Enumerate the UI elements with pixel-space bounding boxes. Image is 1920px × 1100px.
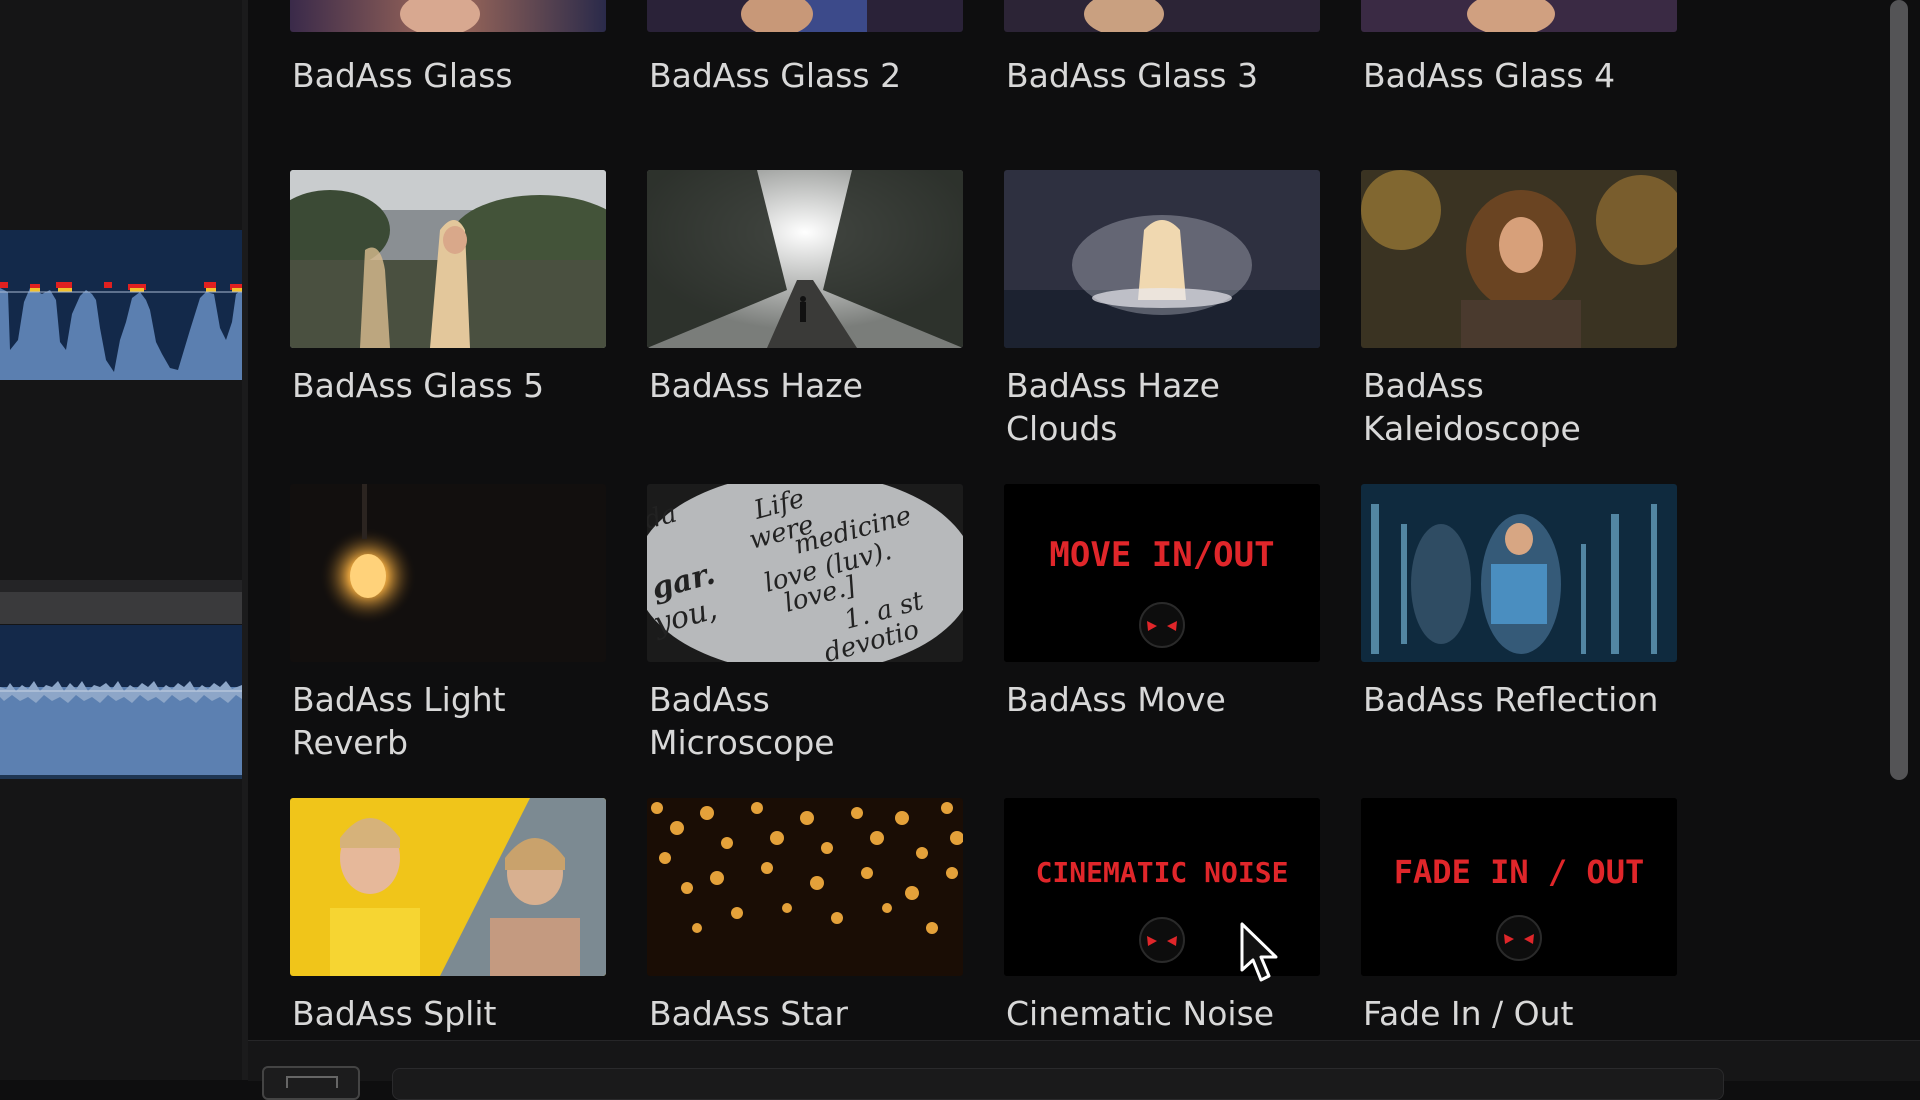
effect-label: Cinematic Noise bbox=[1006, 994, 1275, 1033]
effect-label: BadAss Split bbox=[292, 994, 497, 1033]
effect-label: BadAss Glass 3 bbox=[1006, 56, 1259, 95]
effect-label: BadAss Star bbox=[649, 994, 848, 1033]
effect-thumbnail[interactable] bbox=[290, 170, 606, 348]
effect-thumbnail[interactable] bbox=[290, 484, 606, 662]
timeline-panel bbox=[0, 0, 242, 1080]
track-footer bbox=[0, 775, 242, 779]
pointer-cursor-icon bbox=[1240, 922, 1278, 982]
effect-thumbnail[interactable] bbox=[647, 170, 963, 348]
effect-label: BadAss Reflection bbox=[1363, 680, 1659, 719]
audio-waveform-clip-1[interactable] bbox=[0, 230, 242, 380]
effect-thumbnail[interactable] bbox=[1004, 170, 1320, 348]
effect-label: BadAss Haze Clouds bbox=[1006, 366, 1220, 448]
title-card-text: MOVE IN/OUT bbox=[1049, 535, 1274, 575]
effect-label: BadAss Glass 2 bbox=[649, 56, 902, 95]
title-card-text: CINEMATIC NOISE bbox=[1036, 856, 1289, 889]
effect-thumbnail[interactable] bbox=[290, 0, 606, 32]
title-card-text: FADE IN / OUT bbox=[1394, 853, 1644, 891]
view-icon bbox=[286, 1076, 338, 1088]
track-separator bbox=[0, 592, 242, 624]
view-toggle-button[interactable] bbox=[262, 1066, 360, 1100]
logo-mask-icon bbox=[1139, 602, 1185, 648]
logo-mask-icon bbox=[1139, 917, 1185, 963]
effect-thumbnail[interactable]: FADE IN / OUT bbox=[1361, 798, 1677, 976]
effect-thumbnail[interactable]: Life were medicine gar. love (luv). you,… bbox=[647, 484, 963, 662]
effect-thumbnail[interactable] bbox=[1361, 484, 1677, 662]
effect-label: Fade In / Out bbox=[1363, 994, 1574, 1033]
effect-label: BadAss Haze bbox=[649, 366, 863, 405]
logo-mask-icon bbox=[1496, 915, 1542, 961]
effects-browser: BadAss Glass BadAss Glass 2 BadAss Glass… bbox=[248, 0, 1888, 1040]
effect-label: BadAss Glass 4 bbox=[1363, 56, 1616, 95]
effect-label: BadAss Kaleidoscope bbox=[1363, 366, 1581, 448]
track-header bbox=[0, 580, 242, 592]
effect-thumbnail[interactable] bbox=[1004, 0, 1320, 32]
audio-waveform-clip-2[interactable] bbox=[0, 625, 242, 775]
effect-label: BadAss Microscope bbox=[649, 680, 835, 762]
effect-thumbnail[interactable] bbox=[290, 798, 606, 976]
effect-label: BadAss Move bbox=[1006, 680, 1226, 719]
effect-label: BadAss Glass 5 bbox=[292, 366, 545, 405]
effect-thumbnail[interactable] bbox=[1361, 170, 1677, 348]
search-field[interactable] bbox=[392, 1068, 1724, 1100]
effect-thumbnail[interactable] bbox=[1361, 0, 1677, 32]
effect-thumbnail[interactable]: MOVE IN/OUT bbox=[1004, 484, 1320, 662]
scrollbar-thumb[interactable] bbox=[1890, 0, 1908, 780]
effect-label: BadAss Glass bbox=[292, 56, 513, 95]
effect-thumbnail[interactable] bbox=[647, 798, 963, 976]
effect-thumbnail[interactable] bbox=[647, 0, 963, 32]
effect-label: BadAss Light Reverb bbox=[292, 680, 506, 762]
